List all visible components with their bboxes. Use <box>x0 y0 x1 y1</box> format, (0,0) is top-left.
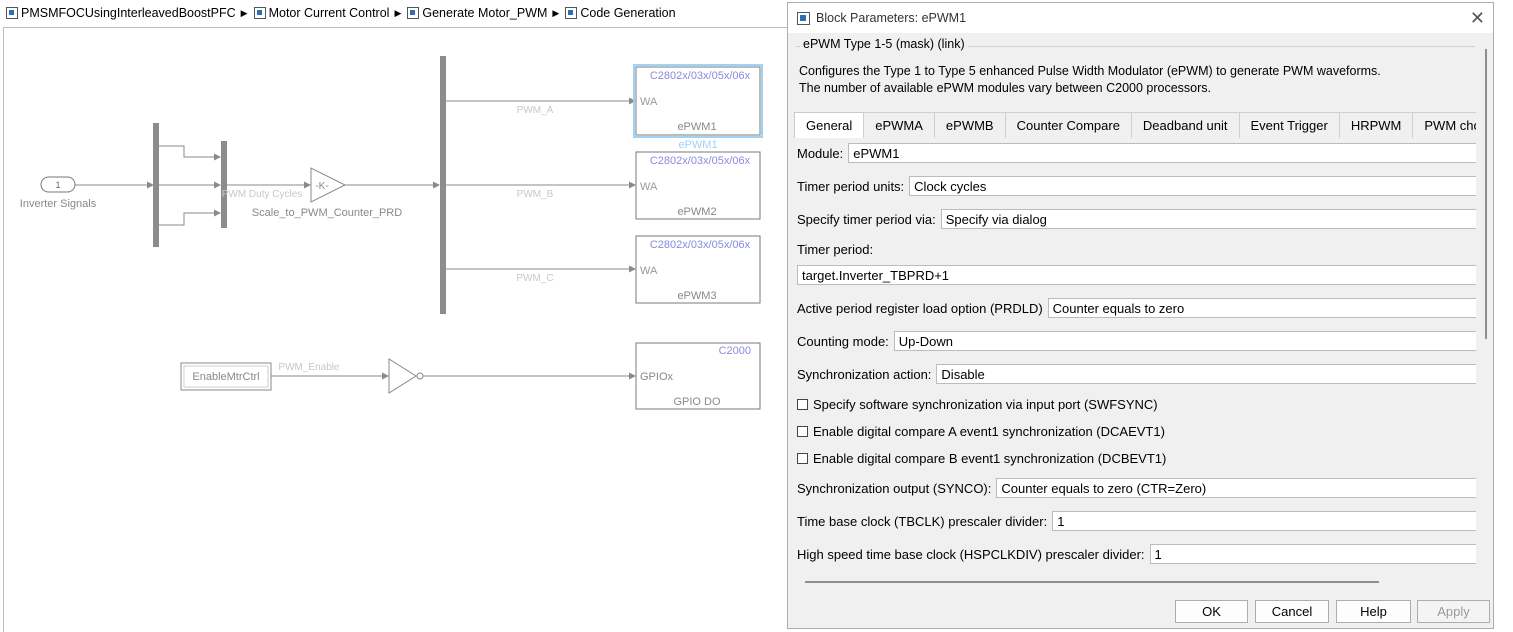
not-block[interactable] <box>388 358 417 394</box>
mask-description: Configures the Type 1 to Type 5 enhanced… <box>799 64 1381 95</box>
epwm1-caption: ePWM1 <box>678 139 717 151</box>
sync-action-label: Synchronization action: <box>797 366 932 382</box>
tab-event-trigger[interactable]: Event Trigger <box>1238 112 1340 138</box>
simulink-icon <box>797 11 810 25</box>
mask-title: ePWM Type 1-5 (mask) (link) <box>800 37 968 51</box>
inport-label: Inverter Signals <box>20 198 97 210</box>
hspclk-row: High speed time base clock (HSPCLKDIV) p… <box>797 543 1476 565</box>
timer-units-label: Timer period units: <box>797 178 905 194</box>
tab-pwm-chopper[interactable]: PWM cho <box>1412 112 1476 138</box>
demux-block-large[interactable] <box>440 56 446 314</box>
epwm3-header: C2802x/03x/05x/06x <box>650 239 751 251</box>
hspclk-label: High speed time base clock (HSPCLKDIV) p… <box>797 546 1145 562</box>
tab-general[interactable]: General <box>794 112 865 138</box>
counting-mode-row: Counting mode: Up-Down <box>797 330 1476 352</box>
synco-label: Synchronization output (SYNCO): <box>797 480 992 496</box>
swfsync-row[interactable]: Specify software synchronization via inp… <box>797 393 1158 415</box>
ok-button[interactable]: OK <box>1175 600 1248 623</box>
dcbevt1-label: Enable digital compare B event1 synchron… <box>813 450 1167 466</box>
demux-block[interactable] <box>153 123 159 247</box>
timer-units-row: Timer period units: Clock cycles <box>797 175 1476 197</box>
inport-number: 1 <box>55 180 60 190</box>
signal-line[interactable] <box>159 145 221 161</box>
help-button[interactable]: Help <box>1336 600 1411 623</box>
cancel-button[interactable]: Cancel <box>1255 600 1329 623</box>
signal-label-pwm-enable: PWM_Enable <box>278 362 340 373</box>
dcaevt1-checkbox[interactable] <box>797 425 808 437</box>
signal-label-pwm-a: PWM_A <box>517 105 554 116</box>
tab-hrpwm[interactable]: HRPWM <box>1338 112 1414 138</box>
mux-block[interactable] <box>221 141 227 228</box>
epwm3-port: WA <box>640 265 658 277</box>
tab-deadband-unit[interactable]: Deadband unit <box>1130 112 1240 138</box>
prdld-label: Active period register load option (PRDL… <box>797 300 1043 316</box>
block-parameters-dialog: Block Parameters: ePWM1 ✕ ePWM Type 1-5 … <box>787 2 1494 629</box>
gpio-port: GPIOx <box>640 371 674 383</box>
swfsync-checkbox[interactable] <box>797 398 808 410</box>
hspclk-dropdown[interactable]: 1 <box>1149 544 1476 564</box>
epwm1-header: C2802x/03x/05x/06x <box>650 70 751 82</box>
dcbevt1-row[interactable]: Enable digital compare B event1 synchron… <box>797 447 1166 469</box>
epwm2-port: WA <box>640 181 658 193</box>
swfsync-label: Specify software synchronization via inp… <box>813 396 1158 412</box>
signal-label-pwm-b: PWM_B <box>517 189 554 200</box>
tab-counter-compare[interactable]: Counter Compare <box>1004 112 1132 138</box>
apply-button[interactable]: Apply <box>1417 600 1490 623</box>
epwm3-name: ePWM3 <box>677 290 716 302</box>
gain-label: Scale_to_PWM_Counter_PRD <box>252 207 402 219</box>
timer-period-label: Timer period: <box>797 241 874 257</box>
prdld-row: Active period register load option (PRDL… <box>797 297 1476 319</box>
enable-mtrctrl-label: EnableMtrCtrl <box>192 371 259 383</box>
tbclk-dropdown[interactable]: 1 <box>1052 511 1476 531</box>
counting-mode-label: Counting mode: <box>797 333 889 349</box>
general-panel: Module: ePWM1 Timer period units: Clock … <box>794 138 1476 575</box>
epwm1-port: WA <box>640 96 658 108</box>
counting-mode-dropdown[interactable]: Up-Down <box>893 331 1476 351</box>
specify-period-dropdown[interactable]: Specify via dialog <box>940 209 1476 229</box>
dcaevt1-row[interactable]: Enable digital compare A event1 synchron… <box>797 420 1165 442</box>
specify-period-row: Specify timer period via: Specify via di… <box>797 208 1476 230</box>
dcaevt1-label: Enable digital compare A event1 synchron… <box>813 423 1165 439</box>
signal-label-pwm-duty: PWM Duty Cycles <box>222 189 303 200</box>
signal-line[interactable] <box>159 209 221 226</box>
epwm2-header: C2802x/03x/05x/06x <box>650 155 751 167</box>
epwm2-name: ePWM2 <box>677 206 716 218</box>
dcbevt1-checkbox[interactable] <box>797 452 808 464</box>
sync-action-row: Synchronization action: Disable <box>797 363 1476 385</box>
module-label: Module: <box>797 145 844 161</box>
tab-epwma[interactable]: ePWMA <box>863 112 935 138</box>
synco-dropdown[interactable]: Counter equals to zero (CTR=Zero) <box>996 478 1476 498</box>
gain-symbol: -K- <box>315 181 328 192</box>
dialog-title: Block Parameters: ePWM1 <box>816 11 967 25</box>
horizontal-scrollbar[interactable] <box>805 581 1379 583</box>
tbclk-row: Time base clock (TBCLK) prescaler divide… <box>797 510 1476 532</box>
synco-row: Synchronization output (SYNCO): Counter … <box>797 477 1476 499</box>
timer-period-label-row: Timer period: <box>797 238 873 260</box>
tab-epwmb[interactable]: ePWMB <box>933 112 1006 138</box>
not-bubble <box>416 372 424 380</box>
epwm1-name: ePWM1 <box>677 121 716 133</box>
specify-period-label: Specify timer period via: <box>797 211 936 227</box>
timer-period-input[interactable]: target.Inverter_TBPRD+1 <box>797 265 1476 285</box>
vertical-scrollbar[interactable] <box>1485 49 1487 339</box>
gpio-header: C2000 <box>719 345 751 357</box>
close-icon[interactable]: ✕ <box>1470 8 1485 29</box>
dialog-title-bar[interactable]: Block Parameters: ePWM1 ✕ <box>788 3 1493 33</box>
module-dropdown[interactable]: ePWM1 <box>848 143 1476 163</box>
tbclk-label: Time base clock (TBCLK) prescaler divide… <box>797 513 1048 529</box>
parameter-tabs: General ePWMA ePWMB Counter Compare Dead… <box>794 112 1476 139</box>
sync-action-dropdown[interactable]: Disable <box>936 364 1476 384</box>
timer-period-row: target.Inverter_TBPRD+1 <box>797 264 1476 286</box>
module-row: Module: ePWM1 <box>797 142 1476 164</box>
signal-label-pwm-c: PWM_C <box>516 273 553 284</box>
prdld-dropdown[interactable]: Counter equals to zero <box>1047 298 1476 318</box>
simulink-diagram[interactable]: 1 Inverter Signals PWM Duty Cycles -K- S… <box>0 0 790 631</box>
timer-units-dropdown[interactable]: Clock cycles <box>909 176 1476 196</box>
gpio-name: GPIO DO <box>673 396 721 408</box>
